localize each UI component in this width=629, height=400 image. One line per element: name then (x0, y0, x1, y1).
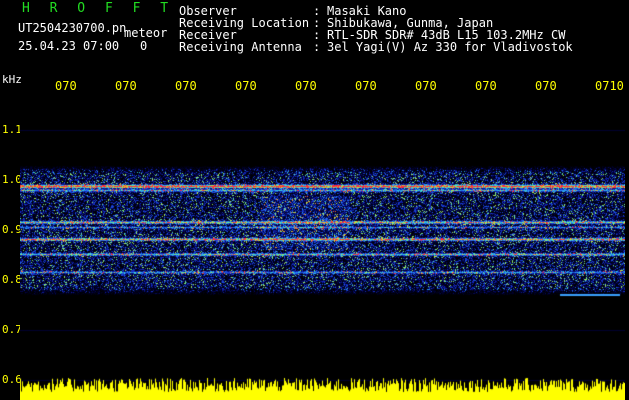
x-tick-label: 070 (55, 79, 77, 93)
y-tick-label: 0.7 (2, 323, 22, 336)
y-tick-label: 1.1 (2, 123, 22, 136)
x-tick-label: 070 (415, 79, 437, 93)
station-info: Observer: Masaki Kano Receiving Location:… (179, 5, 573, 53)
x-tick-label: 070 (355, 79, 377, 93)
x-tick-label: 070 (475, 79, 497, 93)
app-brand: H R O F F T (22, 1, 175, 16)
file-name: UT2504230700.pn (18, 21, 127, 35)
y-tick-label: 0.9 (2, 223, 22, 236)
y-axis-unit: kHz (2, 73, 22, 86)
info-value: 3el Yagi(V) Az 330 for Vladivostok (327, 40, 573, 54)
x-tick-label: 070 (295, 79, 317, 93)
x-tick-label: 070 (175, 79, 197, 93)
info-row: Receiving Antenna:3el Yagi(V) Az 330 for… (179, 40, 573, 54)
info-key: Receiving Antenna (179, 40, 302, 54)
counter: 0 (140, 39, 148, 53)
tag-label: meteor (124, 26, 168, 40)
y-tick-label: 0.8 (2, 273, 22, 286)
x-tick-label: 0710 (595, 79, 624, 93)
spectrogram (20, 100, 625, 400)
y-tick-label: 0.6 (2, 373, 22, 386)
date-time: 25.04.23 07:00 (18, 39, 120, 53)
x-tick-label: 070 (115, 79, 137, 93)
x-tick-label: 070 (235, 79, 257, 93)
x-tick-label: 070 (535, 79, 557, 93)
y-tick-label: 1.0 (2, 173, 22, 186)
